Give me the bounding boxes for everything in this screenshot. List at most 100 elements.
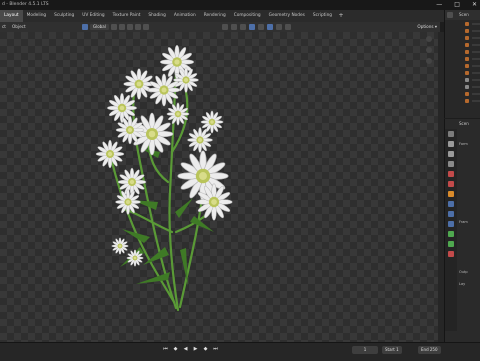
tab-shading[interactable]: Shading — [144, 10, 169, 22]
end-frame-field[interactable]: End 250 — [418, 346, 441, 354]
format-panel[interactable]: Form — [459, 141, 468, 147]
gizmo-icon[interactable] — [231, 24, 237, 30]
play-icon[interactable]: ▶ — [192, 346, 199, 353]
options-dropdown[interactable]: Options ▾ — [417, 22, 437, 32]
object-icon — [465, 21, 469, 26]
next-keyframe-icon[interactable]: ◆ — [202, 346, 209, 353]
tab-compositing[interactable]: Compositing — [230, 10, 265, 22]
outliner-title: Scen — [459, 12, 469, 17]
start-value: 1 — [396, 347, 399, 352]
outliner-row[interactable] — [445, 90, 480, 97]
tab-sculpting[interactable]: Sculpting — [50, 10, 78, 22]
tab-uv-editing[interactable]: UV Editing — [78, 10, 108, 22]
object-icon — [465, 70, 469, 75]
light-icon — [465, 84, 469, 89]
object-tab-icon[interactable] — [448, 191, 454, 197]
transform-controls: Global — [82, 24, 149, 30]
row-label — [472, 78, 480, 81]
wireframe-shading-icon[interactable] — [258, 24, 264, 30]
particles-tab-icon[interactable] — [448, 211, 454, 217]
falloff-icon[interactable] — [142, 24, 149, 30]
outliner-row[interactable] — [445, 48, 480, 55]
tab-scripting[interactable]: Scripting — [309, 10, 336, 22]
layer-row[interactable]: Lay — [459, 281, 465, 287]
material-shading-icon[interactable] — [276, 24, 282, 30]
add-workspace-button[interactable]: + — [336, 10, 346, 22]
shading-controls — [222, 24, 291, 30]
solid-shading-icon[interactable] — [267, 24, 273, 30]
tab-animation[interactable]: Animation — [170, 10, 200, 22]
tab-texture-paint[interactable]: Texture Paint — [109, 10, 145, 22]
prev-keyframe-icon[interactable]: ◆ — [172, 346, 179, 353]
jump-end-icon[interactable]: ⏭ — [212, 346, 219, 353]
row-label — [472, 92, 480, 95]
pan-icon[interactable] — [426, 47, 432, 53]
jump-start-icon[interactable]: ⏮ — [162, 346, 169, 353]
overlay-icon[interactable] — [240, 24, 246, 30]
constraints-tab-icon[interactable] — [448, 231, 454, 237]
output-panel[interactable]: Outp — [459, 269, 468, 275]
tool-tab-icon[interactable] — [448, 131, 454, 137]
outliner-row[interactable] — [445, 69, 480, 76]
output-tab-icon[interactable] — [448, 151, 454, 157]
outliner-row[interactable] — [445, 55, 480, 62]
tab-modeling[interactable]: Modeling — [23, 10, 51, 22]
row-label — [472, 43, 480, 46]
start-frame-field[interactable]: Start 1 — [382, 346, 402, 354]
object-icon — [465, 56, 469, 61]
render-shading-icon[interactable] — [285, 24, 291, 30]
snap-target-icon[interactable] — [126, 24, 133, 30]
snap-icon[interactable] — [118, 24, 125, 30]
outliner-row[interactable] — [445, 41, 480, 48]
scene-tab-icon[interactable] — [448, 171, 454, 177]
outliner-row[interactable] — [445, 20, 480, 27]
row-label — [472, 29, 480, 32]
outliner-row[interactable] — [445, 62, 480, 69]
row-label — [472, 57, 480, 60]
tab-geometry-nodes[interactable]: Geometry Nodes — [265, 10, 309, 22]
world-tab-icon[interactable] — [448, 181, 454, 187]
orientation-dropdown[interactable]: Global — [90, 24, 109, 30]
material-tab-icon[interactable] — [448, 251, 454, 257]
proportional-edit-icon[interactable] — [134, 24, 141, 30]
row-label — [472, 85, 480, 88]
menu-select[interactable]: ct — [2, 22, 6, 32]
outliner-row[interactable] — [445, 34, 480, 41]
pivot-icon[interactable] — [110, 24, 117, 30]
properties-tabs — [445, 129, 457, 331]
view-layer-tab-icon[interactable] — [448, 161, 454, 167]
row-label — [472, 36, 480, 39]
render-tab-icon[interactable] — [448, 141, 454, 147]
camera-view-icon[interactable] — [426, 58, 432, 64]
tab-rendering[interactable]: Rendering — [200, 10, 230, 22]
start-label: Start — [385, 347, 395, 352]
outliner-panel: Scen — [444, 10, 480, 118]
maximize-button[interactable]: □ — [454, 0, 460, 10]
xray-icon[interactable] — [249, 24, 255, 30]
transform-orientation-icon[interactable] — [82, 24, 88, 30]
data-tab-icon[interactable] — [448, 241, 454, 247]
physics-tab-icon[interactable] — [448, 221, 454, 227]
outliner-header: Scen — [445, 10, 480, 20]
row-label — [472, 22, 480, 25]
properties-panel: Scen Form Fram Outp Lay — [444, 119, 480, 342]
zoom-icon[interactable] — [426, 36, 432, 42]
tab-layout[interactable]: Layout — [0, 10, 23, 22]
minimize-button[interactable]: — — [436, 0, 442, 10]
modifier-tab-icon[interactable] — [448, 201, 454, 207]
outliner-row[interactable] — [445, 97, 480, 104]
outliner-row[interactable] — [445, 83, 480, 90]
current-frame-field[interactable]: 1 — [352, 346, 378, 354]
play-reverse-icon[interactable]: ◀ — [182, 346, 189, 353]
outliner-row[interactable] — [445, 27, 480, 34]
visibility-icon[interactable] — [222, 24, 228, 30]
frame-range-panel[interactable]: Fram — [459, 219, 468, 225]
menu-object[interactable]: Object — [12, 22, 26, 32]
outliner-row[interactable] — [445, 76, 480, 83]
object-icon — [465, 98, 469, 103]
end-value: 250 — [429, 347, 438, 352]
close-button[interactable]: ✕ — [472, 0, 477, 10]
outliner-type-icon[interactable] — [447, 12, 453, 18]
3d-viewport[interactable] — [0, 32, 438, 342]
viewport-header: ct Object Global Options ▾ — [0, 22, 440, 32]
